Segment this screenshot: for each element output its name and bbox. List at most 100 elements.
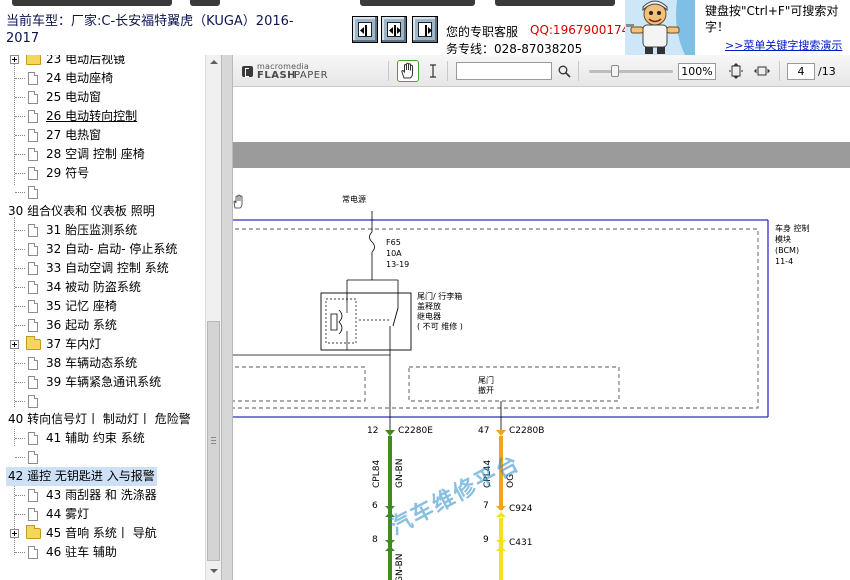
tree-item-39[interactable]: 39 车辆紧急通讯系统 bbox=[0, 373, 205, 392]
top-tab-3[interactable] bbox=[360, 0, 475, 6]
document-icon bbox=[28, 451, 38, 464]
tree-item-label: 30 组合仪表和 仪表板 照明 bbox=[8, 204, 155, 218]
next-page-button[interactable] bbox=[412, 16, 438, 43]
tree-item-label: 26 电动转向控制 bbox=[46, 109, 138, 123]
fit-width-icon bbox=[754, 66, 770, 76]
tree-item-40[interactable]: 40 转向信号灯丨 制动灯丨 危险警 bbox=[0, 410, 205, 429]
tree-item-46[interactable]: 46 驻车 辅助 bbox=[0, 543, 205, 562]
tree-item-37[interactable]: 37 车内灯 bbox=[0, 335, 205, 354]
document-icon bbox=[28, 357, 38, 370]
tree-item-blank[interactable] bbox=[0, 448, 205, 467]
chapter-tree: 23 电动后视镜 24 电动座椅 25 电动窗 26 电动转向控制 27 电热窗… bbox=[0, 55, 205, 580]
tree-item-24[interactable]: 24 电动座椅 bbox=[0, 69, 205, 88]
search-input[interactable] bbox=[456, 62, 552, 80]
tree-item-44[interactable]: 44 雾灯 bbox=[0, 505, 205, 524]
search-demo-link[interactable]: >>菜单关键字搜索演示 bbox=[725, 37, 842, 53]
tree-item-23[interactable]: 23 电动后视镜 bbox=[0, 55, 205, 69]
connector-c2280e: C2280E bbox=[398, 426, 433, 436]
tree-connector bbox=[15, 268, 25, 269]
zoom-slider-knob[interactable] bbox=[611, 65, 619, 77]
pin-marker-9 bbox=[496, 540, 506, 545]
document-icon bbox=[28, 129, 38, 142]
search-icon[interactable] bbox=[558, 63, 571, 78]
split-view-button[interactable] bbox=[381, 16, 407, 43]
tree-item-26[interactable]: 26 电动转向控制 bbox=[0, 107, 205, 126]
tree-item-36[interactable]: 36 起动 系统 bbox=[0, 316, 205, 335]
zoom-level[interactable]: 100% bbox=[678, 63, 716, 80]
page-number-input[interactable]: 4 bbox=[787, 63, 815, 80]
header-bar: 当前车型：厂家:C-长安福特翼虎（KUGA）2016-2017 您的专职客服 Q… bbox=[0, 0, 850, 56]
tree-item-38[interactable]: 38 车辆动态系统 bbox=[0, 354, 205, 373]
tree-item-30[interactable]: 30 组合仪表和 仪表板 照明 bbox=[0, 202, 205, 221]
tree-item-25[interactable]: 25 电动窗 bbox=[0, 88, 205, 107]
document-icon bbox=[28, 72, 38, 85]
fit-width-button[interactable] bbox=[754, 63, 770, 79]
tree-item-label: 36 起动 系统 bbox=[46, 318, 117, 332]
tree-item-31[interactable]: 31 胎压监测系统 bbox=[0, 221, 205, 240]
pin-marker-8b bbox=[385, 546, 395, 551]
expand-icon[interactable] bbox=[10, 340, 19, 349]
top-tab-1[interactable] bbox=[12, 0, 172, 6]
hand-icon bbox=[401, 62, 413, 79]
relay-diode-icon bbox=[338, 309, 343, 335]
connector-c2280b: C2280B bbox=[509, 426, 545, 436]
expand-icon[interactable] bbox=[10, 529, 19, 538]
qq-contact[interactable]: QQ:1967900174 bbox=[530, 23, 625, 37]
pin-marker-7 bbox=[496, 506, 506, 511]
top-tab-4[interactable] bbox=[495, 0, 615, 6]
tree-item-35[interactable]: 35 记忆 座椅 bbox=[0, 297, 205, 316]
bcm-inner-box bbox=[233, 228, 759, 409]
power-label: 常电源 bbox=[342, 195, 366, 204]
tree-connector bbox=[15, 173, 25, 174]
document-icon bbox=[28, 110, 38, 123]
tree-item-label: 25 电动窗 bbox=[46, 90, 102, 104]
pin-marker-7b bbox=[496, 512, 506, 517]
tree-item-45[interactable]: 45 音响 系统丨 导航 bbox=[0, 524, 205, 543]
zoom-slider[interactable] bbox=[589, 70, 673, 73]
prev-arrow-icon bbox=[358, 22, 372, 37]
document-icon bbox=[28, 243, 38, 256]
scroll-up-arrow-icon[interactable] bbox=[206, 55, 221, 70]
tree-item-33[interactable]: 33 自动空调 控制 系统 bbox=[0, 259, 205, 278]
toolbar-separator bbox=[779, 61, 780, 81]
tree-connector bbox=[15, 97, 25, 98]
search-hint-text: 键盘按"Ctrl+F"可搜索对 字！ bbox=[705, 4, 839, 34]
relay-switch-icon bbox=[392, 307, 399, 327]
tree-item-43[interactable]: 43 雨刮器 和 洗涤器 bbox=[0, 486, 205, 505]
tree-scrollbar[interactable] bbox=[205, 55, 221, 580]
fit-height-button[interactable] bbox=[728, 63, 744, 79]
connector-c924: C924 bbox=[509, 504, 533, 514]
tree-item-29[interactable]: 29 符号 bbox=[0, 164, 205, 183]
flashpaper-logo-icon bbox=[242, 66, 253, 77]
tree-item-27[interactable]: 27 电热窗 bbox=[0, 126, 205, 145]
text-select-button[interactable] bbox=[426, 60, 440, 82]
wire-color-gn-bn: GN-BN bbox=[395, 458, 405, 488]
top-tab-2[interactable] bbox=[190, 0, 220, 6]
tree-item-label: 34 被动 防盗系统 bbox=[46, 280, 141, 294]
tree-item-41[interactable]: 41 辅助 约束 系统 bbox=[0, 429, 205, 448]
wiring-diagram-page[interactable]: 常电源 F65 10A 13-19 车身 控制 模块 (BCM) 11-4 尾门… bbox=[233, 168, 850, 580]
grip-icon bbox=[211, 437, 216, 444]
relay-label: 尾门/ 行李箱 盖释放 继电器 ( 不可 维修 ) bbox=[417, 292, 463, 331]
scroll-down-arrow-icon[interactable] bbox=[206, 564, 221, 579]
tree-item-blank[interactable] bbox=[0, 392, 205, 411]
hand-tool-button[interactable] bbox=[397, 60, 419, 82]
relay-coil-box bbox=[325, 298, 357, 344]
fit-height-icon bbox=[729, 63, 743, 79]
document-icon bbox=[28, 432, 38, 445]
tree-item-42[interactable]: 42 遥控 无钥匙进 入与报警 bbox=[0, 467, 205, 486]
scrollbar-thumb[interactable] bbox=[207, 321, 220, 561]
prev-page-button[interactable] bbox=[352, 16, 378, 43]
tree-item-28[interactable]: 28 空调 控制 座椅 bbox=[0, 145, 205, 164]
tree-item-blank[interactable] bbox=[0, 183, 205, 202]
pane-splitter[interactable] bbox=[221, 55, 233, 580]
document-icon bbox=[28, 224, 38, 237]
tree-connector bbox=[15, 382, 25, 383]
tree-item-32[interactable]: 32 自动- 启动- 停止系统 bbox=[0, 240, 205, 259]
top-tab-strip bbox=[0, 0, 620, 6]
tree-item-34[interactable]: 34 被动 防盗系统 bbox=[0, 278, 205, 297]
expand-icon[interactable] bbox=[10, 55, 19, 64]
tree-item-label: 46 驻车 辅助 bbox=[46, 545, 117, 559]
pin-6-label: 6 bbox=[372, 501, 378, 511]
document-icon bbox=[28, 489, 38, 502]
